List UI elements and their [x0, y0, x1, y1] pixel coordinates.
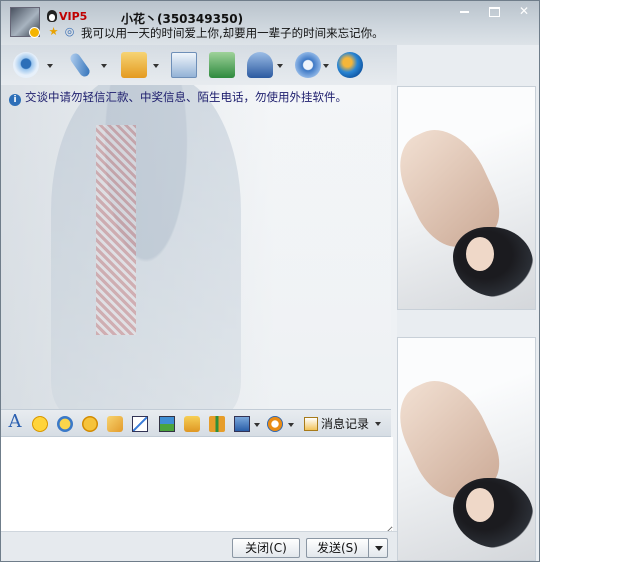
ad-image-top[interactable] — [397, 86, 536, 310]
chat-background-pattern — [96, 125, 136, 335]
ad-image-bottom[interactable] — [397, 337, 536, 561]
smile-icon[interactable] — [32, 416, 48, 432]
music-icon[interactable] — [184, 416, 200, 432]
security-notice-text: 交谈中请勿轻信汇款、中奖信息、陌生电话，勿使用外挂软件。 — [25, 90, 347, 104]
add-member-icon[interactable] — [209, 52, 235, 78]
picture-icon[interactable] — [159, 416, 175, 432]
ad-hair — [453, 227, 533, 297]
gift-icon[interactable] — [209, 416, 225, 432]
status-ring-icon[interactable]: ◎ — [63, 25, 76, 38]
close-window-button[interactable]: ✕ — [509, 1, 539, 21]
doodle-icon[interactable] — [107, 416, 123, 432]
main-toolbar — [1, 45, 397, 85]
online-status-icon — [29, 27, 40, 38]
ad-face — [466, 237, 494, 271]
message-history-button[interactable]: 消息记录 — [304, 415, 382, 432]
video-camera-icon[interactable] — [13, 52, 39, 78]
contact-card-icon[interactable] — [247, 52, 273, 78]
penguin-vip-icon — [47, 10, 57, 22]
microphone-icon[interactable] — [68, 51, 92, 79]
minimize-button[interactable] — [449, 1, 479, 21]
video-dropdown-caret-icon[interactable] — [47, 64, 53, 68]
security-notice: i 交谈中请勿轻信汇款、中奖信息、陌生电话，勿使用外挂软件。 — [9, 89, 347, 106]
side-panel — [397, 45, 539, 561]
capture-dropdown-caret-icon[interactable] — [254, 423, 260, 427]
status-icons: ★ ◎ — [47, 25, 79, 38]
window-shake-icon[interactable] — [82, 416, 98, 432]
screen-capture-icon[interactable] — [132, 416, 148, 432]
voice-dropdown-caret-icon[interactable] — [101, 64, 107, 68]
history-dropdown-caret-icon — [375, 421, 382, 426]
vip-label: VIP5 — [59, 10, 88, 23]
magic-face-icon[interactable] — [57, 416, 73, 432]
font-icon[interactable]: A — [7, 413, 23, 431]
app-launcher-icon[interactable] — [337, 52, 363, 78]
message-history-label: 消息记录 — [321, 417, 370, 431]
contact-signature: 我可以用一天的时间爱上你,却要用一辈子的时间来忘记你。 — [81, 26, 384, 40]
contact-dropdown-caret-icon[interactable] — [277, 64, 283, 68]
window-controls: ✕ — [449, 1, 539, 21]
settings-dropdown-caret-icon[interactable] — [323, 64, 329, 68]
message-history-pane[interactable]: i 交谈中请勿轻信汇款、中奖信息、陌生电话，勿使用外挂软件。 — [1, 85, 391, 409]
send-button[interactable]: 发送(S) — [306, 538, 368, 558]
chat-window: VIP5 ★ ◎ 小花丶(350349350) 我可以用一天的时间爱上你,却要用一… — [0, 0, 540, 562]
payment-dropdown-caret-icon[interactable] — [288, 423, 294, 427]
send-options-dropdown[interactable] — [368, 538, 388, 558]
monitor-icon[interactable] — [234, 416, 250, 432]
title-bar[interactable]: VIP5 ★ ◎ 小花丶(350349350) 我可以用一天的时间爱上你,却要用一… — [1, 1, 539, 45]
bottom-bar: 关闭(C) 发送(S) — [1, 531, 397, 561]
star-icon[interactable]: ★ — [47, 25, 60, 38]
gear-icon[interactable] — [295, 52, 321, 78]
chat-history-icon — [304, 416, 318, 431]
folder-icon[interactable] — [121, 52, 147, 78]
close-button[interactable]: 关闭(C) — [232, 538, 300, 558]
message-input[interactable] — [1, 437, 393, 535]
vip-badge[interactable]: VIP5 — [47, 10, 87, 23]
ad-face — [466, 488, 494, 522]
ad-hair — [453, 478, 533, 548]
payment-icon[interactable] — [267, 416, 283, 432]
maximize-button[interactable] — [479, 1, 509, 21]
chat-background-image — [51, 85, 241, 409]
format-toolbar: A 消息记录 — [1, 409, 391, 437]
file-dropdown-caret-icon[interactable] — [153, 64, 159, 68]
info-icon: i — [9, 94, 21, 106]
envelope-icon[interactable] — [171, 52, 197, 78]
